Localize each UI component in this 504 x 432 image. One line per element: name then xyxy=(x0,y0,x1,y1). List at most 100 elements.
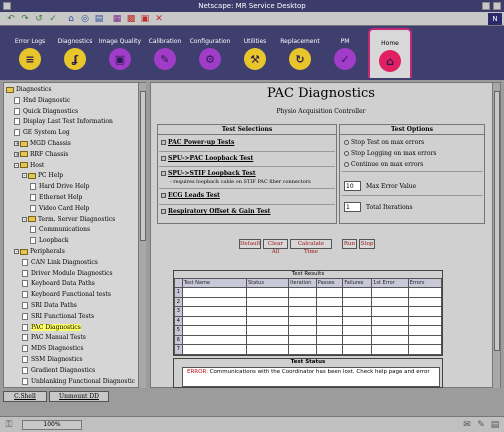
bookmark-icon[interactable]: ✓ xyxy=(48,14,58,24)
radio-option-1[interactable]: Stop Logging on max errors xyxy=(344,150,436,157)
column-header[interactable]: Errors xyxy=(407,278,443,288)
tree-item[interactable]: PAC Diagnostics xyxy=(22,323,81,332)
tree-item[interactable]: CAN Link Diagnostics xyxy=(22,258,98,267)
tree-scroll-thumb[interactable] xyxy=(140,91,146,241)
tree-folder[interactable]: + MGD Chassis xyxy=(14,139,71,148)
security-icon[interactable]: ▣ xyxy=(140,14,150,24)
stop-icon[interactable]: ✕ xyxy=(154,14,164,24)
tree-item[interactable]: MDS Diagnostics xyxy=(22,344,83,353)
expand-icon[interactable]: + xyxy=(14,151,19,157)
test-option-0[interactable]: PAC Power-up Tests xyxy=(161,139,234,146)
tree-item[interactable]: Keyboard Functional tests xyxy=(22,290,111,299)
tree-item[interactable]: Quick Diagnostics xyxy=(14,107,78,116)
tree-item[interactable]: Keyboard Data Paths xyxy=(22,279,95,288)
collapse-icon[interactable]: - xyxy=(14,249,19,255)
test-option-2[interactable]: SPU->STIF Loopback Test xyxy=(161,170,256,177)
nav-tab-6[interactable]: Replacement ↻ xyxy=(278,28,322,78)
tree-item[interactable]: Unblanking Functional Diagnostic xyxy=(22,377,135,386)
default-button[interactable]: Default xyxy=(239,239,261,249)
table-row[interactable]: 4 xyxy=(174,315,443,326)
nav-tab-5[interactable]: Utilities ⚒ xyxy=(233,28,277,78)
tree-item[interactable]: SRI Data Paths xyxy=(22,301,77,310)
column-header[interactable]: Test Name xyxy=(181,278,248,288)
run-button[interactable]: Run xyxy=(342,239,357,249)
guide-icon[interactable]: ▤ xyxy=(94,14,104,24)
table-row[interactable]: 3 xyxy=(174,306,443,317)
print-icon[interactable]: ▩ xyxy=(126,14,136,24)
radio-button[interactable] xyxy=(344,151,349,156)
main-scroll-thumb[interactable] xyxy=(494,91,500,351)
tree-item[interactable]: SRI Functional Tests xyxy=(22,312,94,321)
radio-option-2[interactable]: Continue on max errors xyxy=(344,161,423,168)
test-checkbox[interactable] xyxy=(161,209,166,214)
radio-option-0[interactable]: Stop Test on max errors xyxy=(344,139,424,146)
collapse-icon[interactable]: - xyxy=(22,216,27,222)
column-header[interactable]: Failures xyxy=(342,278,373,288)
calculate-time-button[interactable]: Calculate Time xyxy=(290,239,332,255)
column-header[interactable]: Iteration xyxy=(288,278,317,288)
nav-tab-8[interactable]: Home ⌂ xyxy=(368,28,412,78)
tree-item[interactable]: Driver Module Diagnostics xyxy=(22,269,113,278)
tree-item[interactable]: Video Card Help xyxy=(30,204,89,213)
test-option-1[interactable]: SPU->PAC Loopback Test xyxy=(161,155,253,162)
minimize-button[interactable] xyxy=(482,2,490,10)
window-menu-button[interactable] xyxy=(3,2,11,10)
test-checkbox[interactable] xyxy=(161,156,166,161)
test-option-4[interactable]: Respiratory Offset & Gain Test xyxy=(161,208,270,215)
unmount-dd-button[interactable]: Unmount DD xyxy=(49,391,109,402)
total-iterations-input[interactable]: 1 xyxy=(344,202,361,212)
clear-all-button[interactable]: Clear All xyxy=(263,239,288,255)
tree-item[interactable]: Gradient Diagnostics xyxy=(22,366,95,375)
tree-item[interactable]: Display Last Test Information xyxy=(14,117,113,126)
tree-folder[interactable]: Diagnostics xyxy=(6,85,51,94)
security-lock-icon[interactable]: ⚿ xyxy=(4,420,14,430)
test-checkbox[interactable] xyxy=(161,140,166,145)
tree-item[interactable]: Loopback xyxy=(30,236,68,245)
tree-folder[interactable]: - PC Help xyxy=(22,171,63,180)
composer-icon[interactable]: ▤ xyxy=(490,420,500,430)
main-scrollbar[interactable] xyxy=(492,83,500,388)
reload-icon[interactable]: ↺ xyxy=(34,14,44,24)
c-shell-button[interactable]: C.Shell xyxy=(3,391,47,402)
tree-folder[interactable]: - Term. Server Diagnostics xyxy=(22,215,115,224)
mail-icon[interactable]: ✉ xyxy=(462,420,472,430)
stop-button[interactable]: Stop xyxy=(359,239,375,249)
table-row[interactable]: 2 xyxy=(174,296,443,307)
table-row[interactable]: 7 xyxy=(174,344,443,355)
nav-tab-4[interactable]: Configuration ⚙ xyxy=(188,28,232,78)
tree-item[interactable]: Hard Drive Help xyxy=(30,182,89,191)
tree-folder[interactable]: - Host xyxy=(14,161,44,170)
max-error-value-input[interactable]: 10 xyxy=(344,181,361,191)
home-toolbar-icon[interactable]: ⌂ xyxy=(66,14,76,24)
collapse-icon[interactable]: - xyxy=(22,173,27,179)
expand-icon[interactable]: + xyxy=(14,141,19,147)
tree-item[interactable]: GE System Log xyxy=(14,128,70,137)
table-row[interactable]: 1 xyxy=(174,287,443,298)
images-icon[interactable]: ▦ xyxy=(112,14,122,24)
tree-folder[interactable]: - Peripherals xyxy=(14,247,65,256)
maximize-button[interactable] xyxy=(493,2,501,10)
tree-item[interactable]: Hnd Diagnostic xyxy=(14,96,70,105)
column-header[interactable]: 1st Error xyxy=(371,278,409,288)
column-header[interactable]: Status xyxy=(245,278,290,288)
test-option-3[interactable]: ECG Leads Test xyxy=(161,192,220,199)
table-row[interactable]: 5 xyxy=(174,325,443,336)
test-checkbox[interactable] xyxy=(161,171,166,176)
nav-tab-1[interactable]: Diagnostics ʆ xyxy=(53,28,97,78)
radio-button[interactable] xyxy=(344,140,349,145)
news-icon[interactable]: ✎ xyxy=(476,420,486,430)
tree-item[interactable]: Communications xyxy=(30,225,90,234)
forward-icon[interactable]: ↷ xyxy=(20,14,30,24)
tree-item[interactable]: PAC Manual Tests xyxy=(22,333,86,342)
collapse-icon[interactable]: - xyxy=(14,162,19,168)
radio-button[interactable] xyxy=(344,162,349,167)
column-header[interactable]: Passes xyxy=(315,278,344,288)
tree-item[interactable]: Ethernet Help xyxy=(30,193,82,202)
nav-tab-2[interactable]: Image Quality ▣ xyxy=(98,28,142,78)
tree-scrollbar[interactable] xyxy=(138,83,146,388)
back-icon[interactable]: ↶ xyxy=(6,14,16,24)
test-checkbox[interactable] xyxy=(161,193,166,198)
nav-tab-0[interactable]: Error Logs ≡ xyxy=(8,28,52,78)
tree-item[interactable]: SSM Diagnostics xyxy=(22,355,83,364)
tree-folder[interactable]: + RRF Chassis xyxy=(14,150,68,159)
